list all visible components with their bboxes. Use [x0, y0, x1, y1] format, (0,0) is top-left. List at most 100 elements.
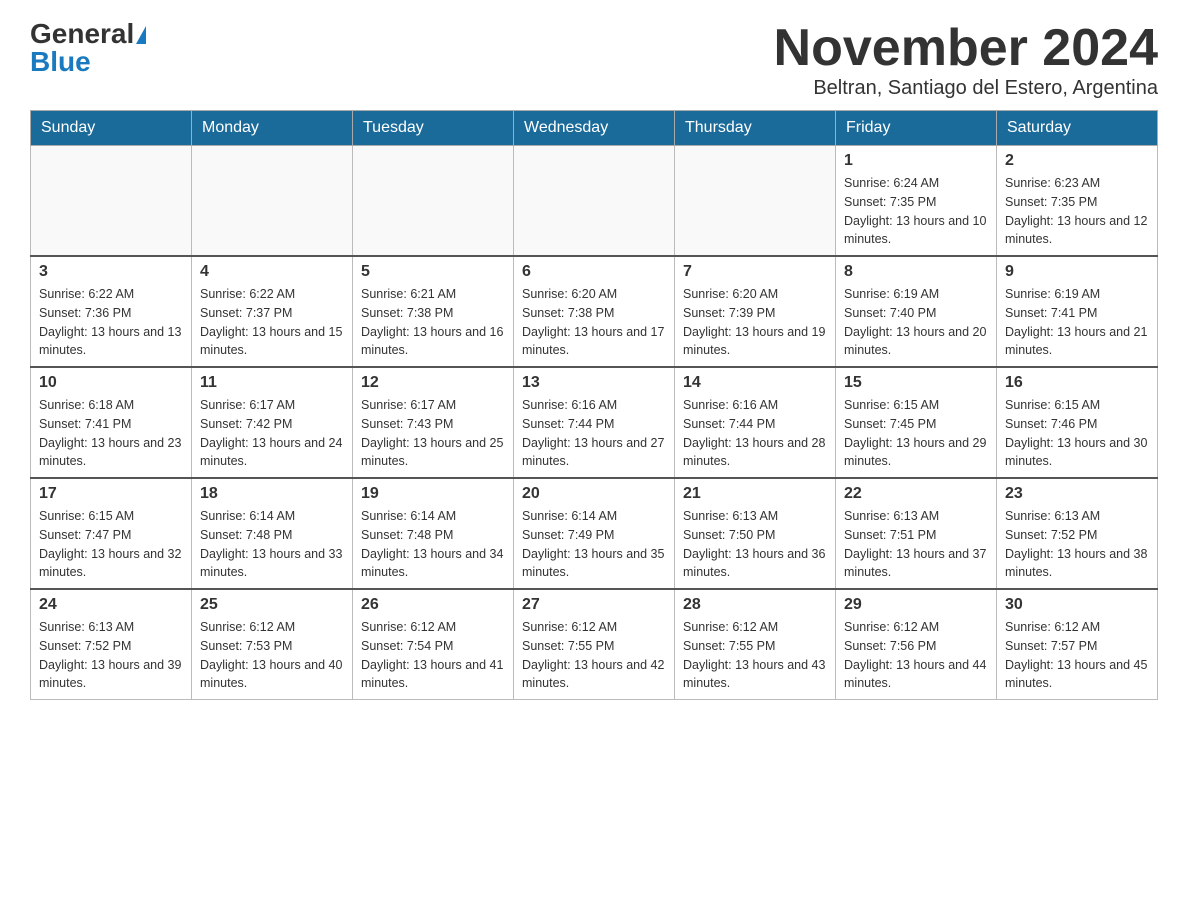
day-info: Sunrise: 6:17 AMSunset: 7:43 PMDaylight:…: [361, 396, 505, 471]
title-area: November 2024 Beltran, Santiago del Este…: [774, 20, 1158, 100]
day-info: Sunrise: 6:13 AMSunset: 7:52 PMDaylight:…: [39, 618, 183, 693]
day-info: Sunrise: 6:23 AMSunset: 7:35 PMDaylight:…: [1005, 174, 1149, 249]
day-info: Sunrise: 6:13 AMSunset: 7:52 PMDaylight:…: [1005, 507, 1149, 582]
day-info: Sunrise: 6:21 AMSunset: 7:38 PMDaylight:…: [361, 285, 505, 360]
day-number: 23: [1005, 485, 1149, 503]
day-number: 5: [361, 263, 505, 281]
logo-blue-text: Blue: [30, 46, 91, 77]
calendar-header-row: SundayMondayTuesdayWednesdayThursdayFrid…: [31, 111, 1158, 146]
day-info: Sunrise: 6:16 AMSunset: 7:44 PMDaylight:…: [522, 396, 666, 471]
day-number: 28: [683, 596, 827, 614]
calendar-header-friday: Friday: [836, 111, 997, 146]
calendar-cell: 16 Sunrise: 6:15 AMSunset: 7:46 PMDayligh…: [997, 367, 1158, 478]
day-info: Sunrise: 6:19 AMSunset: 7:41 PMDaylight:…: [1005, 285, 1149, 360]
day-info: Sunrise: 6:24 AMSunset: 7:35 PMDaylight:…: [844, 174, 988, 249]
day-info: Sunrise: 6:12 AMSunset: 7:55 PMDaylight:…: [522, 618, 666, 693]
calendar-cell: 22 Sunrise: 6:13 AMSunset: 7:51 PMDayligh…: [836, 478, 997, 589]
day-number: 19: [361, 485, 505, 503]
calendar-cell: [31, 146, 192, 257]
day-info: Sunrise: 6:16 AMSunset: 7:44 PMDaylight:…: [683, 396, 827, 471]
day-number: 6: [522, 263, 666, 281]
day-info: Sunrise: 6:22 AMSunset: 7:36 PMDaylight:…: [39, 285, 183, 360]
logo-triangle-icon: [136, 26, 146, 44]
calendar-cell: 8 Sunrise: 6:19 AMSunset: 7:40 PMDaylight…: [836, 256, 997, 367]
day-info: Sunrise: 6:15 AMSunset: 7:45 PMDaylight:…: [844, 396, 988, 471]
day-number: 12: [361, 374, 505, 392]
day-number: 26: [361, 596, 505, 614]
calendar-cell: 26 Sunrise: 6:12 AMSunset: 7:54 PMDayligh…: [353, 589, 514, 700]
day-info: Sunrise: 6:14 AMSunset: 7:49 PMDaylight:…: [522, 507, 666, 582]
day-info: Sunrise: 6:18 AMSunset: 7:41 PMDaylight:…: [39, 396, 183, 471]
calendar-cell: 2 Sunrise: 6:23 AMSunset: 7:35 PMDaylight…: [997, 146, 1158, 257]
day-info: Sunrise: 6:22 AMSunset: 7:37 PMDaylight:…: [200, 285, 344, 360]
day-info: Sunrise: 6:15 AMSunset: 7:46 PMDaylight:…: [1005, 396, 1149, 471]
calendar-week-row: 3 Sunrise: 6:22 AMSunset: 7:36 PMDaylight…: [31, 256, 1158, 367]
calendar-cell: 30Sunrise: 6:12 AMSunset: 7:57 PMDayligh…: [997, 589, 1158, 700]
day-number: 20: [522, 485, 666, 503]
logo-general-text: General: [30, 18, 134, 49]
calendar-cell: 17 Sunrise: 6:15 AMSunset: 7:47 PMDayligh…: [31, 478, 192, 589]
calendar-header-thursday: Thursday: [675, 111, 836, 146]
calendar-cell: 25Sunrise: 6:12 AMSunset: 7:53 PMDayligh…: [192, 589, 353, 700]
day-info: Sunrise: 6:12 AMSunset: 7:54 PMDaylight:…: [361, 618, 505, 693]
calendar-cell: [675, 146, 836, 257]
calendar-cell: 5 Sunrise: 6:21 AMSunset: 7:38 PMDaylight…: [353, 256, 514, 367]
day-number: 3: [39, 263, 183, 281]
day-info: Sunrise: 6:14 AMSunset: 7:48 PMDaylight:…: [361, 507, 505, 582]
calendar-cell: 10 Sunrise: 6:18 AMSunset: 7:41 PMDayligh…: [31, 367, 192, 478]
logo-general-line: General: [30, 20, 146, 48]
calendar-cell: 27 Sunrise: 6:12 AMSunset: 7:55 PMDayligh…: [514, 589, 675, 700]
day-number: 17: [39, 485, 183, 503]
calendar-header-wednesday: Wednesday: [514, 111, 675, 146]
calendar-cell: 4Sunrise: 6:22 AMSunset: 7:37 PMDaylight…: [192, 256, 353, 367]
calendar-week-row: 24 Sunrise: 6:13 AMSunset: 7:52 PMDayligh…: [31, 589, 1158, 700]
day-info: Sunrise: 6:12 AMSunset: 7:55 PMDaylight:…: [683, 618, 827, 693]
day-info: Sunrise: 6:19 AMSunset: 7:40 PMDaylight:…: [844, 285, 988, 360]
day-number: 15: [844, 374, 988, 392]
day-info: Sunrise: 6:13 AMSunset: 7:51 PMDaylight:…: [844, 507, 988, 582]
day-info: Sunrise: 6:12 AMSunset: 7:57 PMDaylight:…: [1005, 618, 1149, 693]
calendar-cell: 20 Sunrise: 6:14 AMSunset: 7:49 PMDayligh…: [514, 478, 675, 589]
day-number: 8: [844, 263, 988, 281]
day-number: 13: [522, 374, 666, 392]
day-number: 9: [1005, 263, 1149, 281]
calendar-cell: 6Sunrise: 6:20 AMSunset: 7:38 PMDaylight…: [514, 256, 675, 367]
day-number: 7: [683, 263, 827, 281]
calendar-header-saturday: Saturday: [997, 111, 1158, 146]
day-number: 24: [39, 596, 183, 614]
day-number: 27: [522, 596, 666, 614]
day-number: 10: [39, 374, 183, 392]
day-info: Sunrise: 6:15 AMSunset: 7:47 PMDaylight:…: [39, 507, 183, 582]
calendar-cell: 1 Sunrise: 6:24 AMSunset: 7:35 PMDaylight…: [836, 146, 997, 257]
day-number: 29: [844, 596, 988, 614]
day-number: 25: [200, 596, 344, 614]
day-number: 16: [1005, 374, 1149, 392]
calendar-cell: 21Sunrise: 6:13 AMSunset: 7:50 PMDayligh…: [675, 478, 836, 589]
calendar-cell: 24 Sunrise: 6:13 AMSunset: 7:52 PMDayligh…: [31, 589, 192, 700]
day-number: 18: [200, 485, 344, 503]
calendar-cell: [192, 146, 353, 257]
logo: General Blue: [30, 20, 146, 76]
calendar-cell: 11Sunrise: 6:17 AMSunset: 7:42 PMDayligh…: [192, 367, 353, 478]
day-info: Sunrise: 6:12 AMSunset: 7:56 PMDaylight:…: [844, 618, 988, 693]
calendar-week-row: 17 Sunrise: 6:15 AMSunset: 7:47 PMDayligh…: [31, 478, 1158, 589]
calendar-cell: 18 Sunrise: 6:14 AMSunset: 7:48 PMDayligh…: [192, 478, 353, 589]
month-title: November 2024: [774, 20, 1158, 77]
calendar-cell: 14 Sunrise: 6:16 AMSunset: 7:44 PMDayligh…: [675, 367, 836, 478]
calendar-header-tuesday: Tuesday: [353, 111, 514, 146]
calendar-table: SundayMondayTuesdayWednesdayThursdayFrid…: [30, 110, 1158, 700]
day-number: 21: [683, 485, 827, 503]
day-number: 22: [844, 485, 988, 503]
calendar-cell: 7Sunrise: 6:20 AMSunset: 7:39 PMDaylight…: [675, 256, 836, 367]
calendar-header-sunday: Sunday: [31, 111, 192, 146]
day-number: 14: [683, 374, 827, 392]
location-text: Beltran, Santiago del Estero, Argentina: [774, 77, 1158, 100]
day-info: Sunrise: 6:14 AMSunset: 7:48 PMDaylight:…: [200, 507, 344, 582]
calendar-week-row: 1 Sunrise: 6:24 AMSunset: 7:35 PMDaylight…: [31, 146, 1158, 257]
day-number: 2: [1005, 152, 1149, 170]
day-info: Sunrise: 6:17 AMSunset: 7:42 PMDaylight:…: [200, 396, 344, 471]
calendar-cell: [514, 146, 675, 257]
calendar-cell: 9 Sunrise: 6:19 AMSunset: 7:41 PMDaylight…: [997, 256, 1158, 367]
calendar-cell: 23 Sunrise: 6:13 AMSunset: 7:52 PMDayligh…: [997, 478, 1158, 589]
day-number: 1: [844, 152, 988, 170]
